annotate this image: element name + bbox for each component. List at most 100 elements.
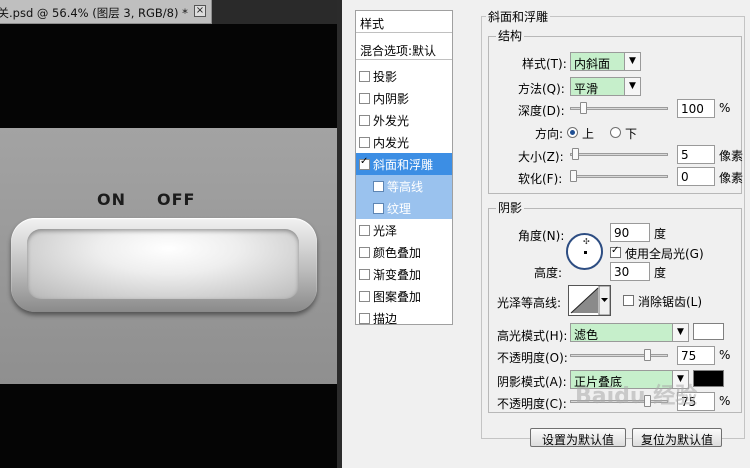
style-list-item-label: 颜色叠加 <box>373 246 422 260</box>
global-light-label: 使用全局光(G) <box>625 247 704 261</box>
tab-bar-empty <box>212 0 337 24</box>
highlight-color-swatch[interactable] <box>693 323 724 340</box>
highlight-mode-label: 高光模式(H): <box>497 329 568 343</box>
size-slider-track[interactable] <box>570 153 668 156</box>
style-list-item[interactable]: 等高线 <box>356 175 452 197</box>
style-list-header[interactable]: 样式 <box>356 11 452 33</box>
style-list-item-label: 纹理 <box>387 202 412 216</box>
style-checkbox[interactable] <box>359 247 370 258</box>
soften-slider-thumb[interactable] <box>570 170 577 182</box>
size-unit: 像素 <box>719 149 744 163</box>
highlight-mode-select[interactable]: 滤色 ▼ <box>570 323 689 342</box>
style-list-item[interactable]: 内阴影 <box>356 87 452 109</box>
angle-label: 角度(N): <box>518 229 565 243</box>
style-list-item[interactable]: 内发光 <box>356 131 452 153</box>
style-list: 样式 混合选项:默认 投影内阴影外发光内发光斜面和浮雕等高线纹理光泽颜色叠加渐变… <box>355 10 453 326</box>
document-tab[interactable]: 开关.psd @ 56.4% (图层 3, RGB/8) * × <box>0 0 212 24</box>
direction-up-radio[interactable] <box>567 127 578 138</box>
style-list-item[interactable]: 斜面和浮雕 <box>356 153 452 175</box>
anti-alias-label: 消除锯齿(L) <box>638 295 703 309</box>
direction-down-radio[interactable] <box>610 127 621 138</box>
style-list-item[interactable]: 描边 <box>356 307 452 329</box>
style-checkbox[interactable] <box>359 115 370 126</box>
watermark: Baidu 经验 <box>575 384 698 409</box>
shadow-mode-label: 阴影模式(A): <box>497 375 567 389</box>
switch-label-on: ON <box>97 190 126 209</box>
style-checkbox[interactable] <box>373 203 384 214</box>
style-checkbox[interactable] <box>359 225 370 236</box>
soften-slider-track[interactable] <box>570 175 668 178</box>
angle-input[interactable]: 90 <box>610 223 650 242</box>
global-light-checkbox[interactable] <box>610 245 621 258</box>
gloss-contour-label: 光泽等高线: <box>497 296 562 310</box>
style-list-item-label: 图案叠加 <box>373 290 422 304</box>
highlight-opacity-label: 不透明度(O): <box>497 351 568 365</box>
angle-unit: 度 <box>654 227 667 241</box>
size-slider-thumb[interactable] <box>571 148 579 160</box>
style-list-item-label: 外发光 <box>373 114 410 128</box>
switch-button-face <box>27 229 299 299</box>
shading-title: 阴影 <box>496 199 525 216</box>
anti-alias-checkbox[interactable] <box>623 295 634 306</box>
style-list-item[interactable]: 外发光 <box>356 109 452 131</box>
style-list-item-label: 光泽 <box>373 224 398 238</box>
bevel-emboss-title: 斜面和浮雕 <box>486 8 551 25</box>
style-list-item-label: 内发光 <box>373 136 410 150</box>
depth-unit: % <box>719 101 731 115</box>
switch-label-off: OFF <box>157 190 196 209</box>
highlight-opacity-unit: % <box>719 348 731 362</box>
highlight-opacity-slider-thumb[interactable] <box>643 349 651 361</box>
style-list-item-label: 描边 <box>373 312 398 326</box>
style-list-item[interactable]: 光泽 <box>356 219 452 241</box>
angle-dial-center <box>584 251 587 254</box>
highlight-opacity-input[interactable]: 75 <box>677 346 715 365</box>
size-input[interactable]: 5 <box>677 145 715 164</box>
structure-title: 结构 <box>496 27 525 44</box>
altitude-input[interactable]: 30 <box>610 262 650 281</box>
canvas-pasteboard-bottom <box>0 384 337 468</box>
style-list-item[interactable]: 颜色叠加 <box>356 241 452 263</box>
shadow-opacity-label: 不透明度(C): <box>497 397 567 411</box>
style-list-item[interactable]: 图案叠加 <box>356 285 452 307</box>
depth-slider-thumb[interactable] <box>579 102 587 114</box>
close-icon[interactable]: × <box>194 5 206 17</box>
style-list-item-label: 投影 <box>373 70 398 84</box>
style-list-item-label: 斜面和浮雕 <box>373 158 434 172</box>
altitude-label: 高度: <box>534 266 563 280</box>
size-label: 大小(Z): <box>518 150 564 164</box>
depth-label: 深度(D): <box>518 104 565 118</box>
direction-down-label: 下 <box>625 127 638 141</box>
style-checkbox[interactable] <box>359 93 370 104</box>
technique-select-value: 平滑 <box>574 82 599 96</box>
angle-dial[interactable]: ✣ <box>566 233 603 270</box>
style-list-item[interactable]: 渐变叠加 <box>356 263 452 285</box>
depth-input[interactable]: 100 <box>677 99 715 118</box>
style-list-item[interactable]: 纹理 <box>356 197 452 219</box>
soften-input[interactable]: 0 <box>677 167 715 186</box>
highlight-mode-value: 滤色 <box>574 328 599 342</box>
style-list-item[interactable]: 投影 <box>356 65 452 87</box>
technique-label: 方法(Q): <box>518 82 565 96</box>
gloss-contour-picker[interactable] <box>568 285 611 316</box>
style-list-item-label: 内阴影 <box>373 92 410 106</box>
soften-label: 软化(F): <box>518 172 563 186</box>
technique-select[interactable]: 平滑 ▼ <box>570 77 641 96</box>
altitude-unit: 度 <box>654 266 667 280</box>
highlight-opacity-slider-track[interactable] <box>570 354 668 357</box>
style-checkbox[interactable] <box>359 156 370 170</box>
style-checkbox[interactable] <box>359 71 370 82</box>
style-checkbox[interactable] <box>359 313 370 324</box>
style-select[interactable]: 内斜面 ▼ <box>570 52 641 71</box>
canvas-pasteboard-top <box>0 24 337 128</box>
style-label: 样式(T): <box>522 57 567 71</box>
soften-unit: 像素 <box>719 171 744 185</box>
blend-options-item[interactable]: 混合选项:默认 <box>356 38 452 60</box>
style-checkbox[interactable] <box>359 137 370 148</box>
style-checkbox[interactable] <box>373 181 384 192</box>
direction-up-label: 上 <box>582 127 595 141</box>
style-select-value: 内斜面 <box>574 57 611 71</box>
shadow-opacity-unit: % <box>719 394 731 408</box>
style-checkbox[interactable] <box>359 269 370 280</box>
style-checkbox[interactable] <box>359 291 370 302</box>
chevron-down-icon: ▼ <box>624 78 640 95</box>
